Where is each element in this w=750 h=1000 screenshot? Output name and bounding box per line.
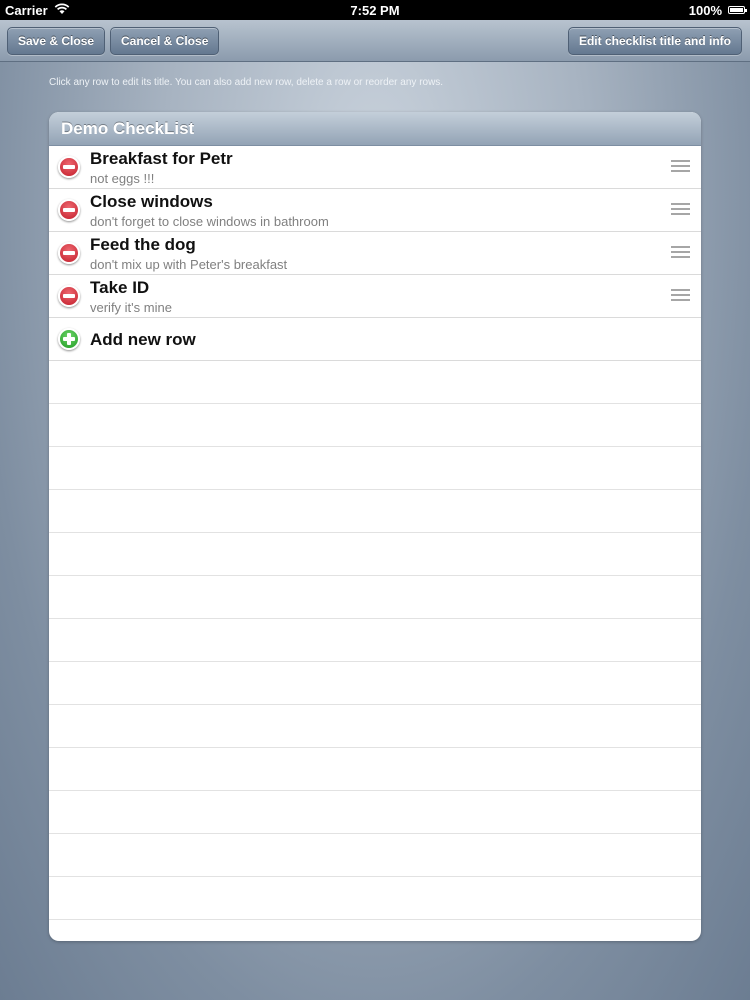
checklist-row[interactable]: Close windows don't forget to close wind… xyxy=(49,189,701,232)
row-title: Breakfast for Petr xyxy=(90,149,233,168)
empty-row xyxy=(49,447,701,490)
empty-row xyxy=(49,791,701,834)
delete-icon[interactable] xyxy=(58,285,80,307)
empty-row xyxy=(49,877,701,920)
battery-icon xyxy=(728,6,747,14)
delete-icon[interactable] xyxy=(58,199,80,221)
battery-percent: 100% xyxy=(688,3,722,18)
checklist-title: Demo CheckList xyxy=(49,112,701,146)
delete-icon[interactable] xyxy=(58,242,80,264)
empty-row xyxy=(49,533,701,576)
row-title: Feed the dog xyxy=(90,235,196,254)
save-close-button[interactable]: Save & Close xyxy=(7,27,106,55)
empty-row xyxy=(49,576,701,619)
empty-row xyxy=(49,361,701,404)
toolbar: Save & Close Cancel & Close Edit checkli… xyxy=(0,20,750,62)
empty-row xyxy=(49,834,701,877)
empty-row xyxy=(49,490,701,533)
empty-row xyxy=(49,404,701,447)
edit-checklist-info-button[interactable]: Edit checklist title and info xyxy=(567,27,742,55)
checklist-card: Demo CheckList Breakfast for Petr not eg… xyxy=(49,112,701,941)
reorder-handle-icon[interactable] xyxy=(671,289,690,303)
empty-row xyxy=(49,619,701,662)
checklist-row[interactable]: Breakfast for Petr not eggs !!! xyxy=(49,146,701,189)
empty-row xyxy=(49,920,701,941)
reorder-handle-icon[interactable] xyxy=(671,203,690,217)
clock: 7:52 PM xyxy=(350,3,400,18)
empty-row xyxy=(49,705,701,748)
status-bar: Carrier 7:52 PM 100% xyxy=(0,0,750,20)
cancel-close-button[interactable]: Cancel & Close xyxy=(110,27,220,55)
row-title: Take ID xyxy=(90,278,150,297)
delete-icon[interactable] xyxy=(58,156,80,178)
row-subtitle: don't mix up with Peter's breakfast xyxy=(90,257,288,272)
instructions-text: Click any row to edit its title. You can… xyxy=(49,77,444,88)
add-row-label: Add new row xyxy=(90,330,196,349)
checklist-row[interactable]: Feed the dog don't mix up with Peter's b… xyxy=(49,232,701,275)
empty-row xyxy=(49,662,701,705)
reorder-handle-icon[interactable] xyxy=(671,246,690,260)
checklist-row[interactable]: Take ID verify it's mine xyxy=(49,275,701,318)
row-subtitle: not eggs !!! xyxy=(90,171,155,186)
add-row-button[interactable]: Add new row xyxy=(49,318,701,361)
add-icon[interactable] xyxy=(58,328,80,350)
empty-row xyxy=(49,748,701,791)
row-subtitle: don't forget to close windows in bathroo… xyxy=(90,214,329,229)
reorder-handle-icon[interactable] xyxy=(671,160,690,174)
row-subtitle: verify it's mine xyxy=(90,300,172,315)
row-title: Close windows xyxy=(90,192,213,211)
